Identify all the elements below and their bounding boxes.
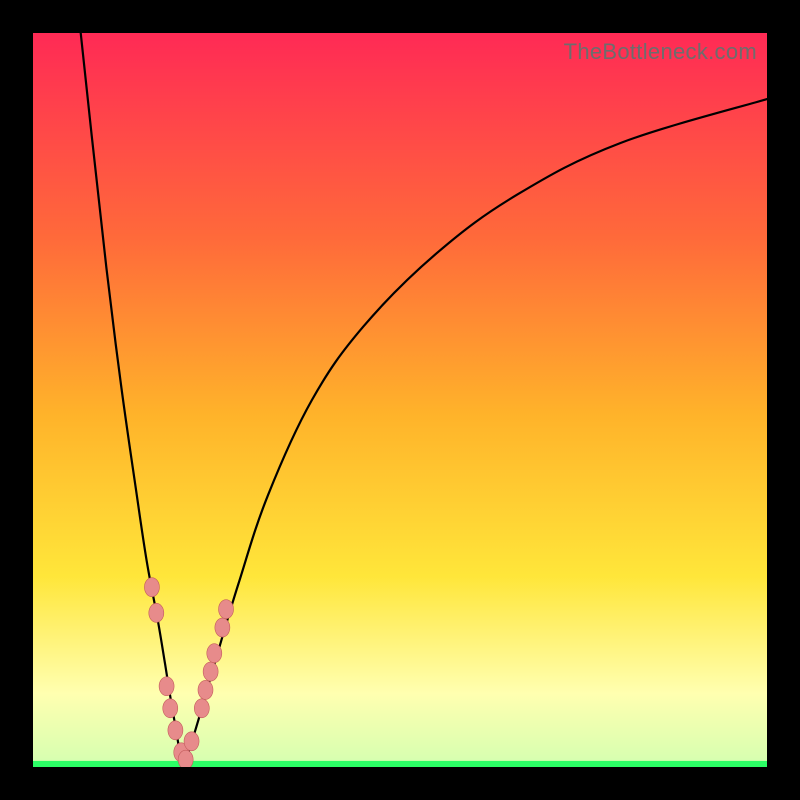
bead-marker	[215, 618, 230, 637]
chart-svg	[33, 33, 767, 767]
bottleneck-curve-left	[81, 33, 184, 767]
bead-marker	[219, 600, 234, 619]
plot-area: TheBottleneck.com	[33, 33, 767, 767]
bottleneck-curve-right	[183, 99, 767, 767]
bead-marker	[207, 644, 222, 663]
bead-marker	[178, 750, 193, 767]
bead-marker	[163, 699, 178, 718]
bead-marker	[168, 721, 183, 740]
bead-marker	[159, 677, 174, 696]
bead-marker	[194, 699, 209, 718]
watermark-text: TheBottleneck.com	[564, 39, 757, 65]
bead-marker-group	[144, 578, 233, 767]
bead-marker	[149, 603, 164, 622]
bead-marker	[203, 662, 218, 681]
bead-marker	[144, 578, 159, 597]
bead-marker	[198, 680, 213, 699]
bead-marker	[184, 732, 199, 751]
outer-black-frame: TheBottleneck.com	[0, 0, 800, 800]
